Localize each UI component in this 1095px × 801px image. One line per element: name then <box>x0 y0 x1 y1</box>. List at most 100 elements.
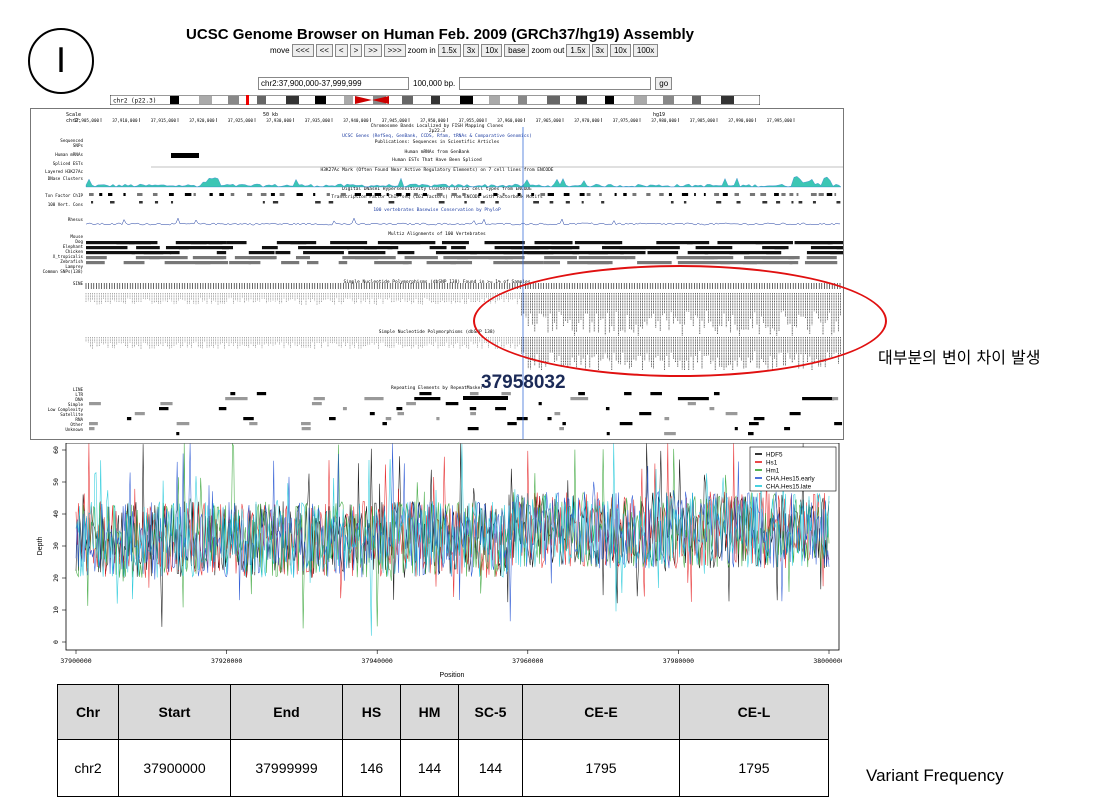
zoom-in-button[interactable]: 10x <box>481 44 503 57</box>
repeat-element <box>469 392 479 396</box>
zoom-out-button[interactable]: 10x <box>609 44 631 57</box>
table-cell: 144 <box>400 739 459 797</box>
tf-cluster <box>762 201 768 204</box>
zoom-in-button[interactable]: 3x <box>462 44 480 57</box>
ruler-tick-label: 37,970,000 <box>574 118 600 123</box>
x-tick-label: 37900000 <box>60 657 91 665</box>
zoom-in-button[interactable]: base <box>504 44 530 57</box>
dnase-cluster <box>405 193 411 196</box>
search-input[interactable] <box>459 77 652 90</box>
repeat-element <box>687 402 696 406</box>
ruler-tick-label: 37,935,000 <box>305 118 331 123</box>
zoom-out-button[interactable]: 3x <box>591 44 608 57</box>
track-header: Multiz Alignments of 100 Vertebrates <box>388 231 486 237</box>
alignment-block <box>551 241 573 245</box>
repeat-element <box>364 397 384 401</box>
repeat-element <box>664 417 670 421</box>
alignment-block <box>355 256 396 260</box>
go-button[interactable]: go <box>655 77 673 90</box>
zoom-out-label: zoom out <box>531 46 565 55</box>
table-cell: 146 <box>342 739 401 797</box>
alignment-block <box>587 261 613 265</box>
alignment-block <box>742 261 793 265</box>
alignment-block <box>216 251 227 255</box>
alignment-block <box>86 256 107 260</box>
move-button[interactable]: >> <box>364 44 382 57</box>
repeat-element <box>176 422 190 426</box>
track-label: SNPs <box>73 143 84 148</box>
track-label: DNase Clusters <box>48 176 84 181</box>
alignment-block <box>275 251 291 255</box>
alignment-block <box>789 261 799 265</box>
tf-cluster <box>533 201 539 204</box>
repeat-element <box>313 397 325 401</box>
move-button[interactable]: < <box>334 44 348 57</box>
alignment-block <box>493 261 544 265</box>
alignment-block <box>441 241 469 245</box>
track-label: SINE <box>73 281 84 286</box>
dnase-cluster <box>413 193 418 196</box>
repeat-element <box>713 392 720 396</box>
ruler-tick-label: 37,980,000 <box>651 118 677 123</box>
tf-cluster <box>328 201 334 204</box>
panel-label-text: I <box>55 41 67 81</box>
move-button[interactable]: > <box>349 44 363 57</box>
conservation-signal <box>85 217 841 226</box>
repeat-element <box>507 422 517 426</box>
dnase-cluster <box>659 193 664 196</box>
alignment-block <box>402 261 412 265</box>
dnase-cluster <box>396 193 402 196</box>
chromosome-ideogram[interactable]: chr2 (p22.3) <box>110 95 760 105</box>
x-axis-label: Position <box>440 672 465 679</box>
alignment-block <box>774 246 789 250</box>
repeat-element <box>538 402 542 406</box>
y-tick-label: 50 <box>52 478 60 486</box>
repeat-element <box>89 402 101 406</box>
ruler-tick-label: 37,905,000 <box>74 118 100 123</box>
alignment-block <box>298 246 350 250</box>
zoom-out-button[interactable]: 100x <box>632 44 659 57</box>
ideogram-current-region <box>246 95 249 105</box>
repeat-element <box>469 407 477 411</box>
alignment-block <box>604 241 621 245</box>
alignment-block <box>348 251 386 255</box>
alignment-block <box>804 261 838 265</box>
alignment-block <box>86 246 128 250</box>
repeat-element <box>559 427 564 431</box>
repeat-element <box>725 412 738 416</box>
ideogram-band <box>634 96 647 104</box>
ideogram-band <box>547 96 560 104</box>
repeat-element <box>419 392 432 396</box>
tf-cluster <box>170 201 174 204</box>
repeat-element <box>463 396 508 400</box>
zoom-out-button-group: 1.5x 3x 10x 100x <box>566 44 659 57</box>
zoom-out-button[interactable]: 1.5x <box>566 44 590 57</box>
move-button[interactable]: >>> <box>383 44 406 57</box>
alignment-block <box>578 256 627 260</box>
alignment-block <box>195 261 229 265</box>
chart-legend: HDF5Hs1Hm1CHA.Hes15.earlyCHA.Hes15.late <box>749 446 837 492</box>
move-button[interactable]: << <box>315 44 333 57</box>
alignment-block <box>397 251 415 255</box>
table-cell: 37999999 <box>230 739 343 797</box>
position-input[interactable] <box>258 77 409 90</box>
dnase-cluster <box>614 193 617 196</box>
zoom-in-button[interactable]: 1.5x <box>437 44 461 57</box>
dnase-cluster <box>586 193 591 196</box>
alignment-block <box>123 261 145 265</box>
repeat-element <box>89 427 95 431</box>
repeat-element <box>467 427 479 431</box>
repeat-element <box>134 412 145 416</box>
move-button[interactable]: <<< <box>291 44 314 57</box>
alignment-block <box>222 246 234 250</box>
repeat-element <box>734 427 738 431</box>
tf-cluster <box>495 201 499 204</box>
dnase-cluster <box>734 193 739 196</box>
legend-label: Hs1 <box>766 460 778 467</box>
dnase-cluster <box>152 193 158 196</box>
dnase-cluster <box>478 193 482 196</box>
dnase-cluster <box>623 193 627 196</box>
dnase-cluster <box>451 193 457 196</box>
dnase-cluster <box>694 193 696 196</box>
dnase-cluster <box>296 193 303 196</box>
